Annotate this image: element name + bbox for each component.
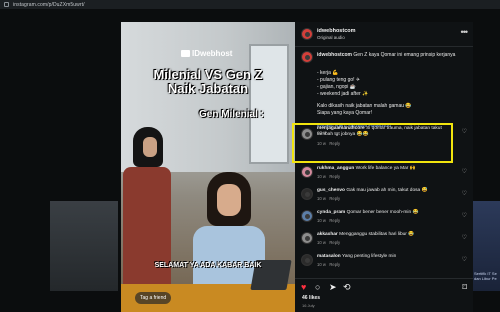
comment-reply-button[interactable]: Reply: [329, 240, 340, 245]
comment-avatar[interactable]: [301, 128, 313, 140]
caption-line: - weekend jadi after ✨: [317, 91, 369, 97]
comment-like-icon[interactable]: ♡: [462, 256, 467, 263]
url-text[interactable]: instagram.com/p/DuZXm5uwrt/: [13, 2, 85, 8]
comment-username[interactable]: cynda_pram: [317, 210, 345, 215]
comment-username[interactable]: matasalon: [317, 254, 341, 259]
comment-avatar[interactable]: [301, 188, 313, 200]
author-avatar[interactable]: [301, 28, 313, 40]
comment-text: Yang penting lifestyle min: [341, 254, 397, 259]
background-thumbnail-right: Sertifik IT Se dan Libur Pe: [472, 201, 500, 291]
post-actions-bar: ♥ ○ ➤ ⟲ ⌑ 46 likes 16 July: [295, 278, 473, 312]
comment-time: 10 w: [317, 196, 326, 201]
video-scene-window: [249, 44, 289, 164]
like-heart-icon[interactable]: ♥: [301, 283, 306, 292]
caption-question: Kalo dikasih naik jabatan malah gamau 😂: [317, 103, 412, 109]
comment-reply-button[interactable]: Reply: [329, 174, 340, 179]
caption-line: - gajian, ngopi ☕: [317, 84, 357, 90]
post-modal: IDwebhost Milenial VS Gen Z Naik Jabatan…: [121, 22, 473, 312]
video-caption: SELAMAT YA ADA KABAR BAIK: [154, 262, 262, 269]
comment-time: 10 w: [317, 262, 326, 267]
comment-time: 10 w: [317, 141, 326, 146]
site-info-icon[interactable]: [4, 2, 9, 7]
likes-count[interactable]: 46 likes: [302, 295, 320, 301]
caption-body: idwebhostcom Gen Z kaya Qomar ini emang …: [317, 52, 467, 58]
comment-item: gus_chenvo Gak mau jawab ah min, takut d…: [295, 188, 473, 212]
comment-text: Mengganggu stabilitas hari libur 😂: [339, 232, 415, 237]
caption-avatar[interactable]: [301, 51, 313, 63]
comment-username[interactable]: akkaxhar: [317, 232, 338, 237]
caption-intro: Gen Z kaya Qomar ini emang prinsip kerja…: [353, 52, 456, 58]
comment-like-icon[interactable]: ♡: [462, 212, 467, 219]
comment-reply-button[interactable]: Reply: [329, 218, 340, 223]
comment-item: rukhma_anggun Work life balance ya Mar 🙌…: [295, 166, 473, 190]
post-side-panel: idwebhostcom Original audio ••• idwebhos…: [292, 22, 473, 312]
caption-question-2: Siapa yang kaya Qomar!: [317, 110, 373, 116]
video-subtitle: Gen Milenial :: [199, 109, 265, 120]
caption-line: - pulang teng go! ✈: [317, 77, 361, 83]
comment-text: Qomar bener bener mooh-min 😂: [346, 210, 419, 215]
video-title-line2: Naik Jabatan: [167, 81, 249, 96]
background-thumbnail-text: Sertifik IT Se dan Libur Pe: [474, 271, 497, 281]
comment-reply-button[interactable]: Reply: [329, 196, 340, 201]
comment-username[interactable]: menjagaamanahcore: [317, 126, 365, 131]
header-divider: [295, 46, 473, 47]
comment-avatar[interactable]: [301, 166, 313, 178]
comment-item: matasalon Yang penting lifestyle min 10 …: [295, 254, 473, 278]
audio-label[interactable]: Original audio: [317, 35, 345, 40]
tag-friend-button[interactable]: Tag a friend: [135, 292, 172, 304]
comment-item: menjagaamanahcore Si qomar trauma, naik …: [295, 126, 473, 150]
more-options-icon[interactable]: •••: [461, 27, 469, 37]
video-brand-logo: IDwebhost: [181, 49, 232, 58]
comment-reply-button[interactable]: Reply: [329, 262, 340, 267]
post-date: 16 July: [302, 303, 315, 308]
comment-item: akkaxhar Mengganggu stabilitas hari libu…: [295, 232, 473, 256]
comment-like-icon[interactable]: ♡: [462, 190, 467, 197]
background-thumbnail-left: [50, 201, 118, 291]
brand-logo-icon: [181, 50, 190, 57]
comment-like-icon[interactable]: ♡: [462, 234, 467, 241]
caption-username[interactable]: idwebhostcom: [317, 52, 352, 58]
brand-text: IDwebhost: [192, 49, 233, 58]
save-bookmark-icon[interactable]: ⌑: [462, 283, 467, 292]
comment-text: Gak mau jawab ah min, takut dosa 😅: [346, 188, 428, 193]
comment-icon[interactable]: ○: [315, 283, 320, 292]
author-username[interactable]: idwebhostcom: [317, 28, 356, 34]
comment-time: 10 w: [317, 218, 326, 223]
comment-username[interactable]: rukhma_anggun: [317, 166, 354, 171]
comment-like-icon[interactable]: ♡: [462, 128, 467, 135]
comment-time: 10 w: [317, 174, 326, 179]
share-icon[interactable]: ➤: [329, 283, 337, 292]
comment-reply-button[interactable]: Reply: [329, 141, 340, 146]
comment-username[interactable]: gus_chenvo: [317, 188, 345, 193]
comment-avatar[interactable]: [301, 210, 313, 222]
comment-like-icon[interactable]: ♡: [462, 168, 467, 175]
caption-line: - kerja 💪: [317, 70, 339, 76]
comment-text: Work life balance ya Mar 🙌: [355, 166, 416, 171]
comment-avatar[interactable]: [301, 232, 313, 244]
comment-time: 10 w: [317, 240, 326, 245]
browser-url-bar[interactable]: instagram.com/p/DuZXm5uwrt/: [0, 0, 500, 9]
repost-icon[interactable]: ⟲: [343, 283, 351, 292]
video-player[interactable]: IDwebhost Milenial VS Gen Z Naik Jabatan…: [121, 22, 295, 312]
comment-avatar[interactable]: [301, 254, 313, 266]
video-title-line1: Milenial VS Gen Z: [153, 67, 263, 82]
comment-item: cynda_pram Qomar bener bener mooh-min 😂 …: [295, 210, 473, 234]
